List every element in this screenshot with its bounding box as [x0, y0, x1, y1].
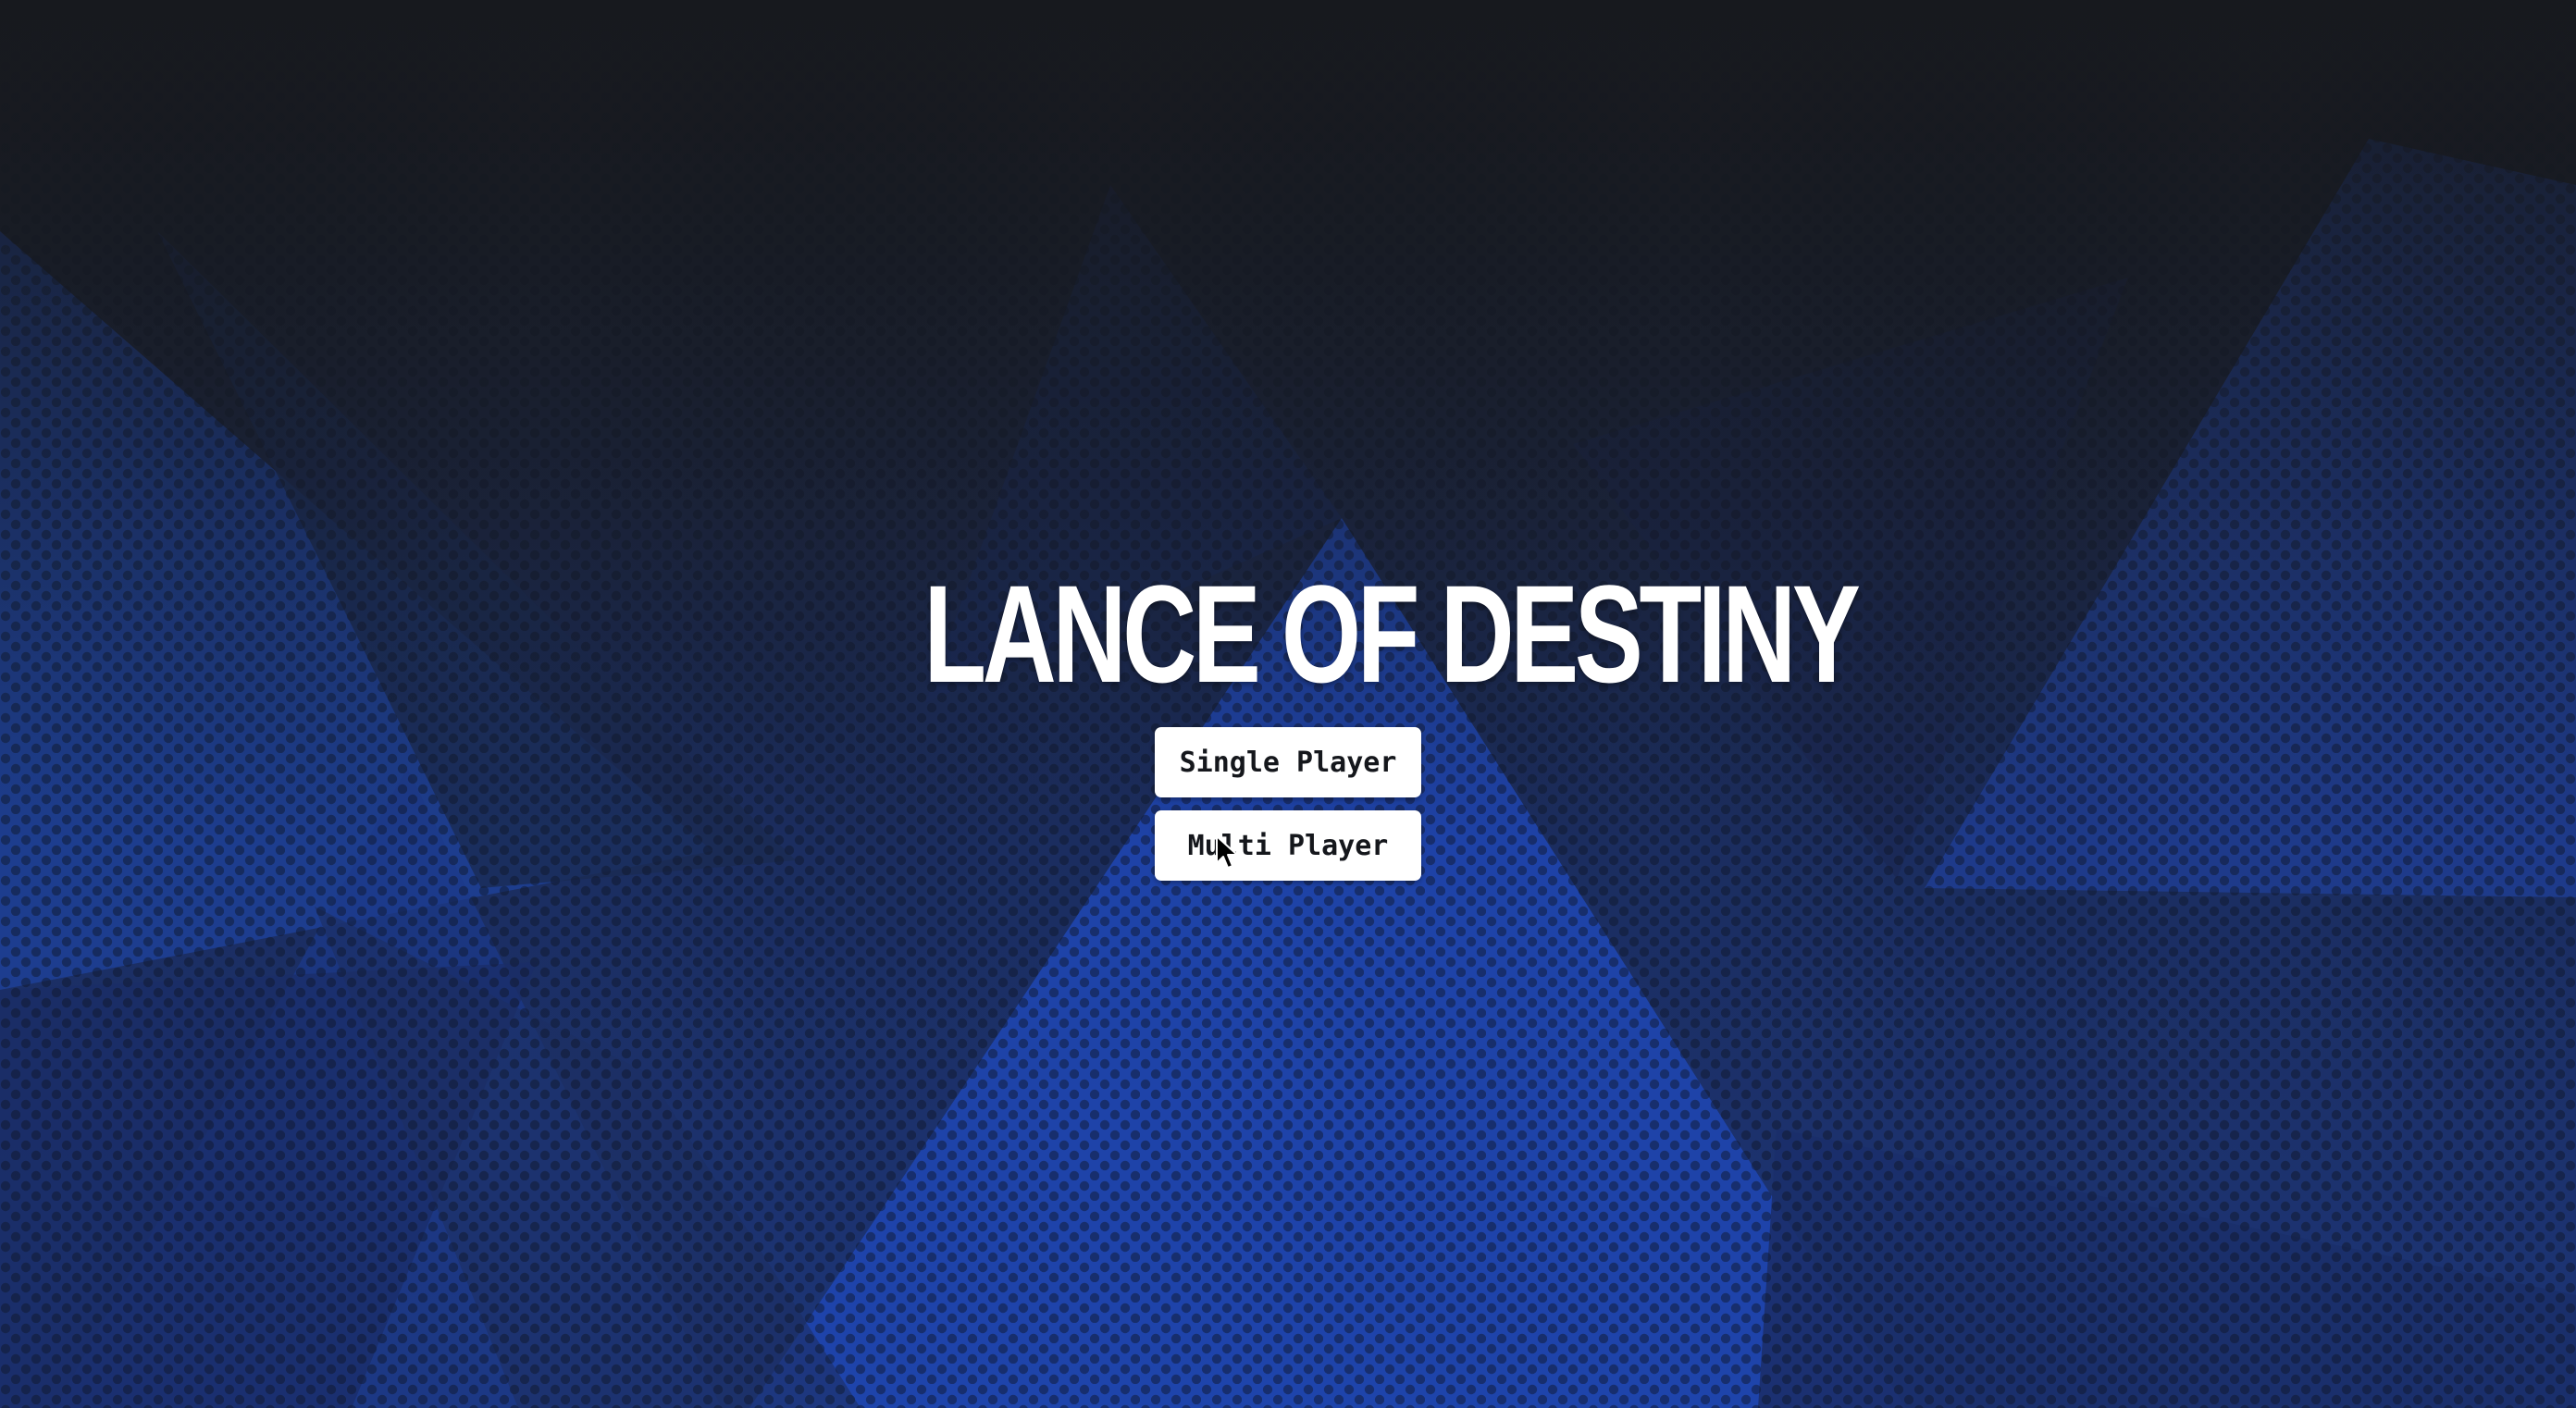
- multi-player-button[interactable]: Multi Player: [1155, 810, 1421, 881]
- main-menu: LANCE OF DESTINY Single Player Multi Pla…: [0, 0, 2576, 1408]
- game-screen: LANCE OF DESTINY Single Player Multi Pla…: [0, 0, 2576, 1408]
- single-player-button[interactable]: Single Player: [1155, 727, 1421, 797]
- game-title: LANCE OF DESTINY: [923, 556, 1861, 711]
- single-player-label: Single Player: [1179, 746, 1397, 779]
- multi-player-label: Multi Player: [1187, 829, 1389, 862]
